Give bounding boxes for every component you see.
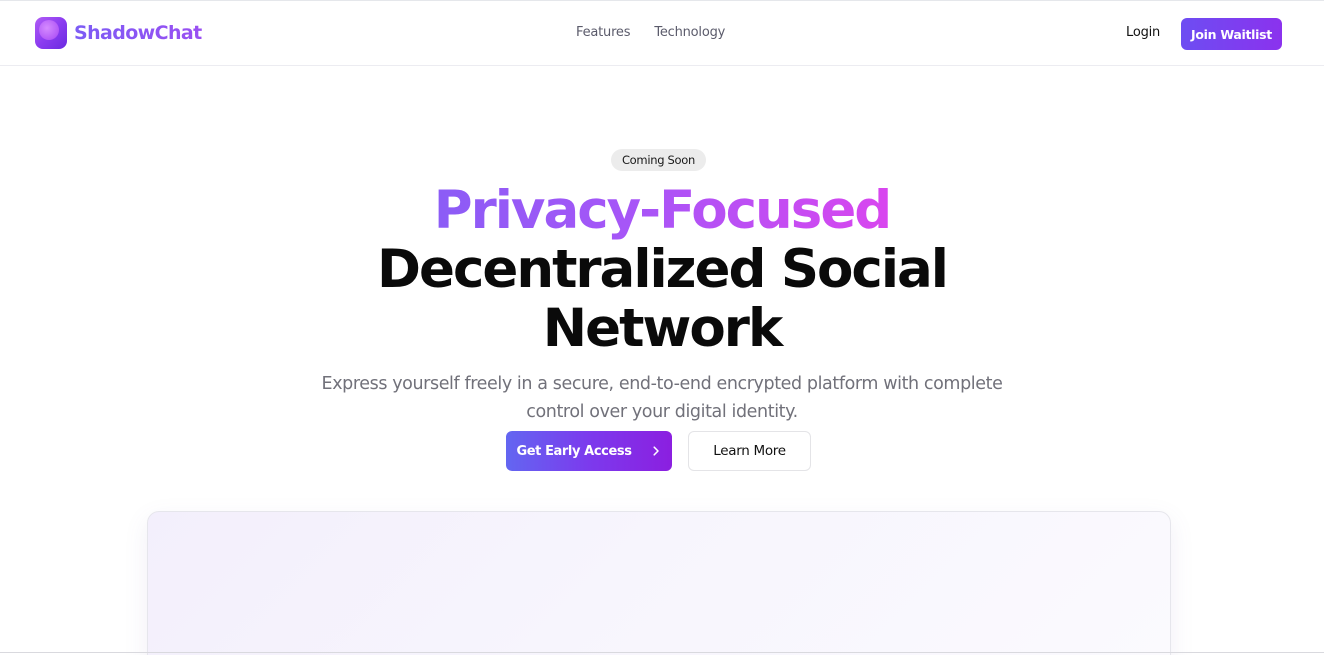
learn-more-button[interactable]: Learn More: [688, 431, 811, 471]
get-early-access-label: Get Early Access: [516, 443, 632, 459]
brand-name: ShadowChat: [74, 22, 202, 44]
app-preview-card: [147, 511, 1171, 655]
join-waitlist-button[interactable]: Join Waitlist: [1181, 18, 1282, 50]
landing-page: ShadowChat Features Technology Login Joi…: [0, 0, 1324, 655]
app-logo-icon: [35, 17, 67, 49]
get-early-access-button[interactable]: Get Early Access: [506, 431, 672, 471]
brand-logo-link[interactable]: ShadowChat: [35, 17, 202, 49]
hero-title-line-3: Network: [542, 298, 783, 359]
coming-soon-badge: Coming Soon: [611, 149, 706, 171]
hero-title-line-2: Decentralized Social: [377, 239, 949, 300]
viewport-bottom-divider: [0, 652, 1324, 653]
chevron-right-icon: [650, 445, 662, 457]
nav-link-features[interactable]: Features: [576, 25, 631, 40]
hero-subtitle: Express yourself freely in a secure, end…: [321, 374, 1003, 422]
nav-link-technology[interactable]: Technology: [654, 25, 725, 40]
login-link[interactable]: Login: [1126, 25, 1160, 40]
top-navbar: ShadowChat Features Technology Login Joi…: [0, 1, 1324, 66]
hero-title-highlight: Privacy-Focused: [433, 180, 892, 241]
hero-title: Privacy-Focused Decentralized Social Net…: [262, 181, 1062, 358]
main-nav: Features Technology: [576, 25, 725, 40]
